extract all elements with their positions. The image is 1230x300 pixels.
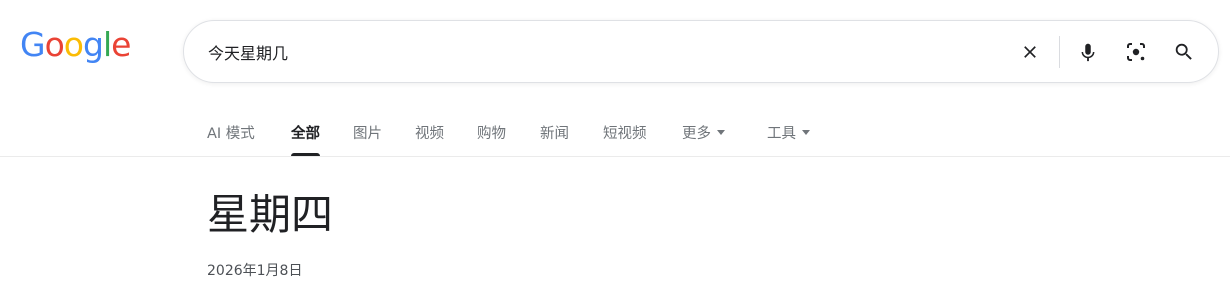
search-input[interactable] [208, 21, 988, 82]
search-icon[interactable] [1170, 38, 1198, 66]
tab-label: AI 模式 [207, 126, 255, 142]
google-lens-icon[interactable] [1122, 38, 1150, 66]
tab-label: 新闻 [540, 126, 569, 142]
tab-label: 短视频 [603, 126, 647, 142]
tabs-divider [0, 156, 1230, 157]
tab-short-videos[interactable]: 短视频 [603, 122, 647, 158]
result-day: 星期四 [207, 190, 334, 239]
search-divider [1059, 36, 1060, 68]
tab-label: 购物 [477, 126, 506, 142]
logo-letter: l [102, 25, 112, 64]
logo-letter: o [63, 25, 84, 64]
microphone-icon[interactable] [1074, 38, 1102, 66]
tab-images[interactable]: 图片 [353, 122, 382, 158]
tab-label: 工具 [767, 126, 796, 142]
tab-videos[interactable]: 视频 [415, 122, 444, 158]
search-box [183, 20, 1219, 83]
result-date: 2026年1月8日 [207, 263, 303, 279]
tab-shopping[interactable]: 购物 [477, 122, 506, 158]
chevron-down-icon [717, 129, 725, 135]
tab-more[interactable]: 更多 [682, 122, 725, 158]
tab-label: 全部 [291, 126, 320, 142]
chevron-down-icon [802, 129, 810, 135]
logo-letter: G [20, 25, 46, 64]
tab-label: 图片 [353, 126, 382, 142]
tab-all[interactable]: 全部 [291, 122, 320, 158]
logo-letter: g [82, 25, 104, 64]
tab-tools[interactable]: 工具 [767, 122, 810, 158]
tab-label: 更多 [682, 126, 711, 142]
tab-ai-mode[interactable]: AI 模式 [207, 122, 255, 158]
logo-letter: o [44, 25, 65, 64]
google-logo[interactable]: Google [20, 25, 131, 64]
logo-letter: e [111, 25, 131, 64]
clear-icon[interactable] [1016, 38, 1044, 66]
tab-label: 视频 [415, 126, 444, 142]
tab-news[interactable]: 新闻 [540, 122, 569, 158]
